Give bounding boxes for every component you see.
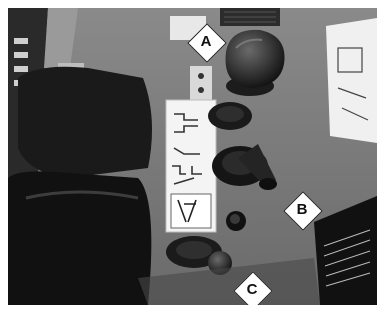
callout-a: A	[187, 23, 227, 63]
photo-frame: A B C	[8, 8, 377, 305]
callout-c-label: C	[246, 281, 258, 298]
callout-c: C	[233, 271, 273, 305]
callout-a-label: A	[200, 33, 212, 50]
seat-back	[18, 66, 152, 178]
vent-grill	[220, 8, 280, 26]
indicator-sticker	[190, 66, 212, 100]
right-instruction-sheet	[326, 18, 377, 143]
control-pattern-decal	[165, 99, 217, 233]
callout-b-label: B	[296, 201, 308, 218]
callout-b: B	[283, 191, 323, 231]
